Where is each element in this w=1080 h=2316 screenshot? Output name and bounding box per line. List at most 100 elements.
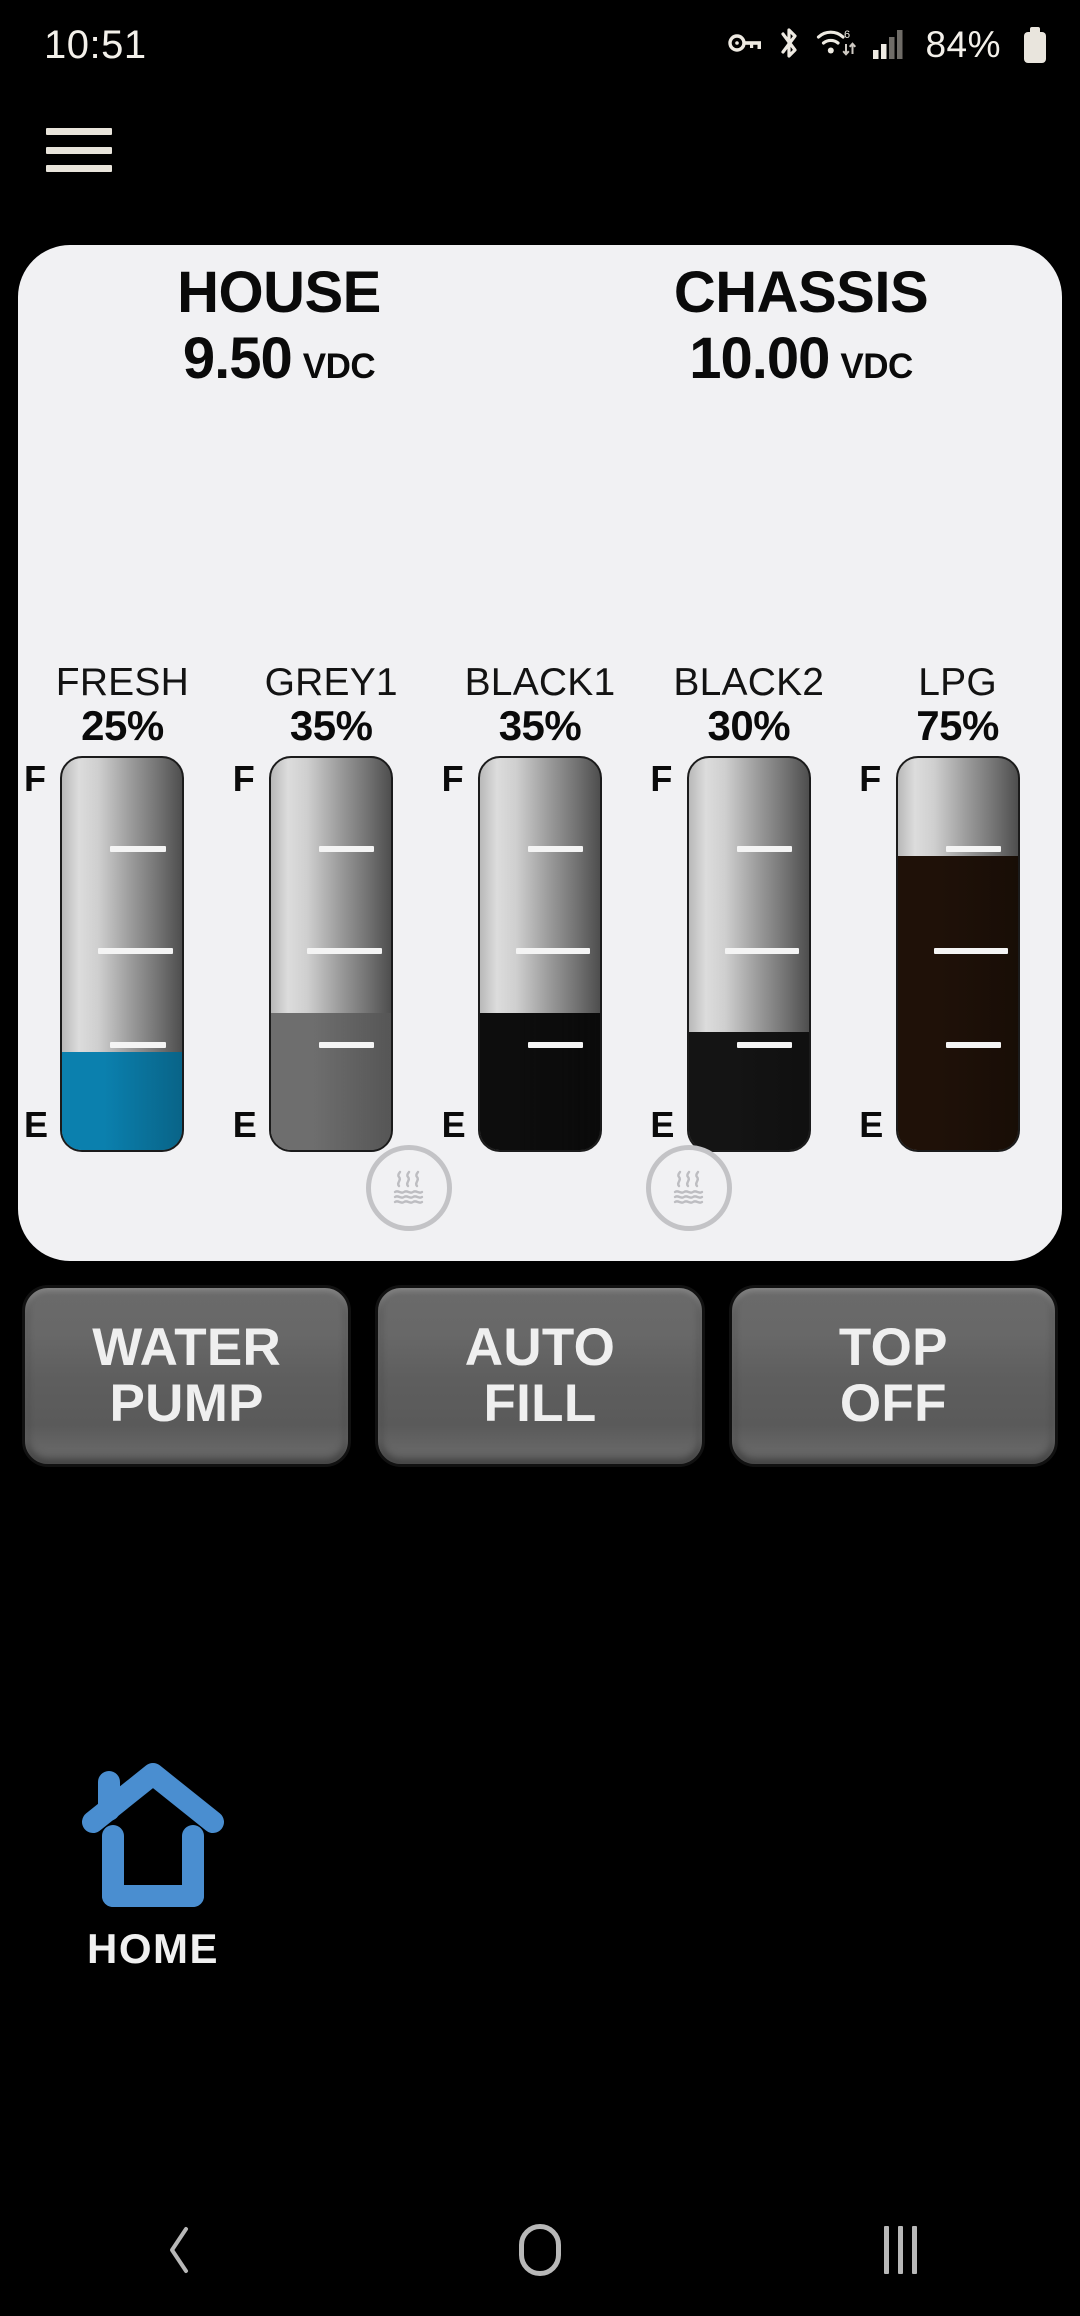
tank-percent-label: 35%: [498, 702, 582, 749]
monitor-panel: HOUSE 9.50 VDC CHASSIS 10.00 VDC FRESH 25…: [18, 245, 1062, 1261]
gauge-fill: [271, 1012, 392, 1150]
tank-gauge-black2[interactable]: BLACK2 30% F E: [644, 661, 853, 1152]
button-label-line2: FILL: [483, 1374, 597, 1433]
tank-name-label: BLACK1: [464, 661, 616, 704]
tank-percent-label: 35%: [289, 702, 373, 749]
cellular-signal-icon: [872, 26, 904, 65]
button-label-line2: OFF: [839, 1374, 947, 1433]
gauge-full-label: F: [232, 758, 255, 799]
bluetooth-icon: [776, 26, 802, 65]
gauge-tube: [269, 756, 394, 1152]
gauge-tube: [477, 756, 602, 1152]
gauge-tick-mark: [945, 1042, 1001, 1049]
wifi-6-icon: 6: [816, 26, 858, 65]
control-button-row: WATER PUMP AUTO FILL TOP OFF: [22, 1285, 1058, 1467]
tank-gauge-body: FE: [227, 756, 436, 1152]
back-chevron-icon[interactable]: [0, 2223, 360, 2277]
gauge-full-label: F: [441, 758, 464, 799]
home-nav-label: HOME: [87, 1925, 219, 1972]
gauge-full-label: F: [24, 758, 46, 799]
tank-percent-label: 30%: [707, 702, 791, 749]
status-icons: 6 84%: [728, 24, 1046, 66]
recents-icon[interactable]: [720, 2226, 1080, 2274]
android-navigation-bar: [0, 2184, 1080, 2316]
tank-name-label: GREY1: [264, 661, 398, 704]
gauge-empty-label: E: [232, 1104, 257, 1145]
gauge-fill: [897, 856, 1018, 1150]
gauge-empty-label: E: [441, 1104, 466, 1145]
voltage-house-reading: 9.50 VDC: [182, 325, 376, 392]
home-nav-button[interactable]: HOME: [48, 1760, 258, 1973]
tank-gauge-body: FE: [853, 756, 1062, 1152]
voltage-chassis: CHASSIS 10.00 VDC: [540, 262, 1062, 423]
gauge-tick-mark: [110, 846, 166, 853]
gauge-fill: [688, 1032, 809, 1150]
top-off-button[interactable]: TOP OFF: [728, 1285, 1058, 1467]
heater-pad-row: [18, 1145, 1062, 1237]
voltage-house-unit: VDC: [302, 347, 376, 387]
tank-gauge-lpg[interactable]: LPG 75% F E: [853, 661, 1062, 1152]
gauge-full-label: F: [650, 758, 673, 799]
voltage-chassis-value: 10.00: [689, 326, 830, 392]
hamburger-bar: [46, 165, 112, 172]
tank-percent-label: 75%: [916, 702, 999, 749]
gauge-tube: [686, 756, 811, 1152]
button-label-line1: TOP: [838, 1317, 948, 1377]
tank-name-label: LPG: [918, 661, 997, 704]
gauge-tube: [60, 756, 185, 1152]
status-bar: 10:51 6 84%: [0, 0, 1080, 90]
app-screen: 10:51 6 84% HOUSE 9.50 VDC CHASSIS 10.00…: [0, 0, 1080, 2316]
gauge-empty-label: E: [650, 1104, 675, 1145]
tank-gauge-row: FRESH 25% F E GREY1 35% F E BLACK1 35% F E BLACK2 30%…: [18, 661, 1062, 1152]
battery-percent-label: 84%: [925, 24, 1001, 65]
gauge-tick-mark: [736, 846, 792, 853]
button-label-line1: WATER: [92, 1317, 282, 1377]
tank-name-label: FRESH: [55, 661, 189, 704]
tank-heater-pad-icon[interactable]: [366, 1145, 452, 1231]
tank-gauge-fresh[interactable]: FRESH 25% F E: [18, 661, 227, 1152]
gauge-tick-mark: [98, 948, 173, 955]
gauge-tick-mark: [945, 846, 1001, 853]
tank-name-label: BLACK2: [673, 661, 825, 704]
voltage-house-value: 9.50: [182, 326, 293, 392]
gauge-tick-mark: [527, 846, 584, 853]
gauge-empty-label: E: [859, 1104, 884, 1145]
gauge-fill: [479, 1012, 600, 1150]
gauge-tube: [895, 756, 1020, 1152]
gauge-tick-mark: [110, 1042, 166, 1049]
tank-gauge-grey1[interactable]: GREY1 35% F E: [227, 661, 436, 1152]
voltage-house-title: HOUSE: [177, 260, 381, 325]
tank-gauge-body: FE: [436, 756, 645, 1152]
home-house-icon: [75, 1760, 231, 1915]
hamburger-menu-icon[interactable]: [46, 122, 112, 178]
tank-heater-pad-icon[interactable]: [646, 1145, 732, 1231]
water-pump-button[interactable]: WATER PUMP: [22, 1285, 352, 1467]
home-circle-icon[interactable]: [360, 2224, 720, 2276]
button-label-line1: AUTO: [464, 1317, 616, 1377]
gauge-fill: [62, 1052, 183, 1150]
voltage-chassis-reading: 10.00 VDC: [689, 325, 913, 392]
battery-icon: [1024, 27, 1046, 63]
button-label-line2: PUMP: [109, 1374, 264, 1433]
gauge-full-label: F: [859, 758, 882, 799]
status-clock: 10:51: [44, 22, 147, 67]
gauge-tick-mark: [933, 948, 1008, 955]
voltage-house: HOUSE 9.50 VDC: [18, 260, 540, 423]
gauge-tick-mark: [515, 948, 591, 955]
gauge-tick-mark: [319, 1042, 375, 1049]
vpn-key-icon: [728, 28, 762, 63]
voltage-readouts: HOUSE 9.50 VDC CHASSIS 10.00 VDC: [18, 260, 1062, 423]
gauge-tick-mark: [736, 1042, 792, 1049]
tank-gauge-black1[interactable]: BLACK1 35% F E: [436, 661, 645, 1152]
voltage-chassis-unit: VDC: [840, 347, 913, 387]
gauge-tick-mark: [307, 948, 382, 955]
gauge-empty-label: E: [24, 1104, 49, 1145]
tank-gauge-body: FE: [644, 756, 853, 1152]
tank-gauge-body: FE: [18, 756, 227, 1152]
gauge-tick-mark: [527, 1042, 584, 1049]
auto-fill-button[interactable]: AUTO FILL: [375, 1285, 705, 1467]
hamburger-bar: [46, 146, 112, 154]
gauge-tick-mark: [724, 948, 800, 955]
tank-percent-label: 25%: [81, 702, 164, 749]
gauge-tick-mark: [319, 846, 375, 853]
